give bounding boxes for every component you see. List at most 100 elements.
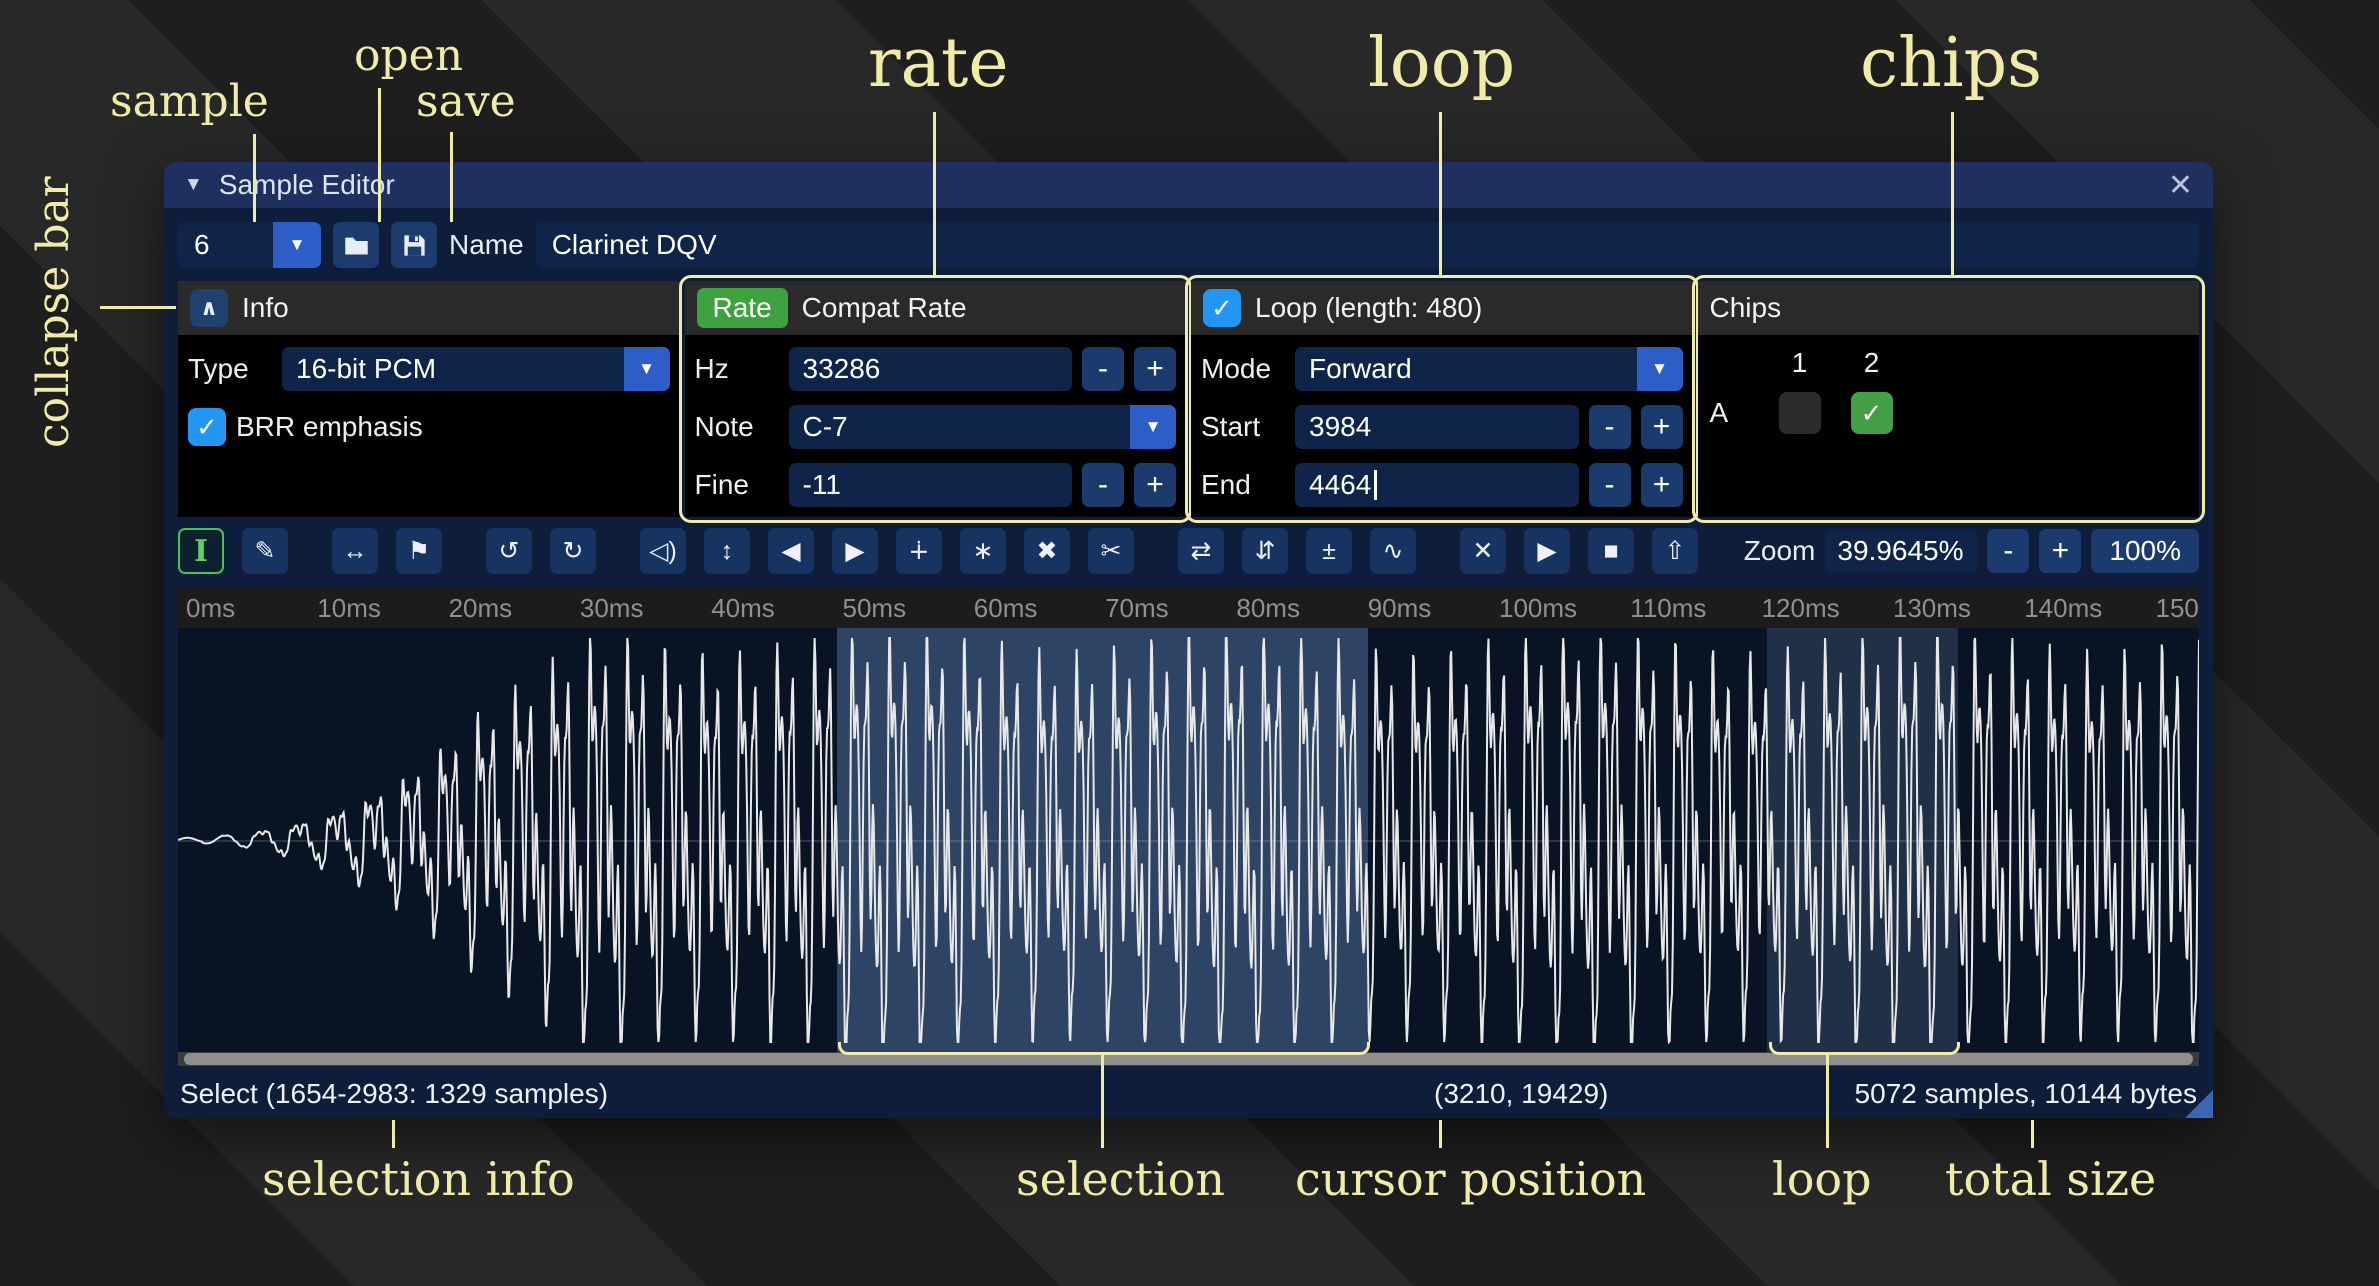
undo-button[interactable]: ↺ (486, 528, 532, 574)
note-value: C-7 (789, 411, 1131, 443)
loop-start-minus-button[interactable]: - (1589, 405, 1631, 449)
apply-silence-button[interactable]: ∗ (960, 528, 1006, 574)
loop-mode-label: Mode (1201, 353, 1285, 385)
sample-number-value: 6 (178, 222, 273, 268)
check-icon: ✓ (1861, 398, 1883, 429)
annotation-label-rate: rate (868, 24, 1009, 103)
timeline-ruler: 0ms10ms20ms30ms40ms50ms60ms70ms80ms90ms1… (178, 587, 2199, 628)
annotation-line-chips (1951, 112, 1954, 276)
annotation-line-cursor-position (1439, 1120, 1442, 1148)
hz-plus-button[interactable]: + (1134, 347, 1176, 391)
chevron-down-icon: ▼ (1130, 405, 1176, 449)
edit-select-button[interactable]: I (178, 528, 224, 574)
type-label: Type (188, 353, 272, 385)
rate-button[interactable]: Rate (697, 288, 788, 328)
zoom-plus-button[interactable]: + (2039, 529, 2081, 573)
chip-2-checkbox[interactable]: ✓ (1851, 392, 1893, 434)
preview-button[interactable]: ▶ (1524, 528, 1570, 574)
hz-input[interactable]: 33286 (789, 347, 1073, 391)
amplify-button[interactable]: ◁) (640, 528, 686, 574)
annotation-label-chips: chips (1860, 24, 2042, 103)
timeline-label: 30ms (580, 593, 644, 624)
loop-mode-select[interactable]: Forward ▼ (1295, 347, 1683, 391)
desktop-background: ▼ Sample Editor ✕ 6 ▼ (0, 0, 2379, 1286)
fade-in-button[interactable]: ◀ (768, 528, 814, 574)
type-select[interactable]: 16-bit PCM ▼ (282, 347, 670, 391)
annotation-label-loop: loop (1368, 24, 1515, 103)
fine-input[interactable]: -11 (789, 463, 1073, 507)
loop-end-minus-button[interactable]: - (1589, 463, 1631, 507)
annotation-label-cursor-position: cursor position (1295, 1152, 1646, 1206)
titlebar[interactable]: ▼ Sample Editor ✕ (164, 162, 2213, 208)
loop-start-value: 3984 (1309, 411, 1371, 443)
timeline-label: 140ms (2024, 593, 2102, 624)
brr-emphasis-checkbox[interactable]: ✓ (188, 408, 226, 446)
annotation-line-selection (1101, 1055, 1104, 1148)
waveform-path (178, 638, 2199, 1042)
normalize-button[interactable]: ↕ (704, 528, 750, 574)
resample-button[interactable]: ⚑ (396, 528, 442, 574)
text-cursor (1374, 470, 1377, 500)
loop-end-plus-button[interactable]: + (1641, 463, 1683, 507)
timeline-label: 130ms (1893, 593, 1971, 624)
reverse-button[interactable]: ⇄ (1178, 528, 1224, 574)
edit-draw-button[interactable]: ✎ (242, 528, 288, 574)
chips-panel: Chips 1 2 A ✓ (1698, 281, 2200, 517)
fade-out-button[interactable]: ▶ (832, 528, 878, 574)
chips-panel-title: Chips (1710, 292, 1782, 324)
fine-minus-button[interactable]: - (1082, 463, 1124, 507)
name-input[interactable]: Clarinet DQV (536, 222, 2199, 268)
annotation-line-rate (933, 112, 936, 276)
selection-info-text: Select (1654-2983: 1329 samples) (180, 1078, 608, 1110)
save-button[interactable] (391, 222, 437, 268)
loop-end-label: End (1201, 469, 1285, 501)
note-select[interactable]: C-7 ▼ (789, 405, 1177, 449)
fine-value: -11 (803, 469, 841, 501)
timeline-label: 0ms (186, 593, 235, 624)
delete-button[interactable]: ✖ (1024, 528, 1070, 574)
open-button[interactable] (333, 222, 379, 268)
annotation-line-sample (253, 134, 256, 222)
annotation-line-open (378, 88, 381, 222)
type-value: 16-bit PCM (282, 353, 624, 385)
sample-number-select[interactable]: 6 ▼ (178, 222, 321, 268)
window-collapse-icon[interactable]: ▼ (184, 174, 203, 196)
fine-plus-button[interactable]: + (1134, 463, 1176, 507)
loop-panel-title: Loop (length: 480) (1255, 292, 1482, 324)
filter-button[interactable]: ∿ (1370, 528, 1416, 574)
sample-editor-window: ▼ Sample Editor ✕ 6 ▼ (164, 162, 2213, 1118)
chip-1-checkbox[interactable] (1779, 392, 1821, 434)
brr-emphasis-label: BRR emphasis (236, 411, 423, 443)
waveform-display[interactable] (178, 628, 2199, 1052)
crossfade-button[interactable]: ✕ (1460, 528, 1506, 574)
resize-button[interactable]: ↔ (332, 528, 378, 574)
sign-button[interactable]: ± (1306, 528, 1352, 574)
sample-toolbar: I✎↔⚑↺↻◁)↕◀▶∔∗✖✂⇄⇵±∿✕▶■⇧ Zoom 39.9645% - … (178, 528, 2199, 574)
annotation-label-save: save (416, 76, 516, 127)
chevron-down-icon[interactable]: ▼ (273, 222, 321, 268)
invert-button[interactable]: ⇵ (1242, 528, 1288, 574)
zoom-value: 39.9645% (1837, 535, 1963, 567)
annotation-line-collapse-bar (100, 306, 176, 309)
loop-enable-checkbox[interactable]: ✓ (1203, 289, 1241, 327)
toolbar-buttons: I ✎ ↔ ⚑ ↺ ↻ ◁) ↕ ◀ ▶ ∔ ∗ ✖ ✂ ⇄ ⇵ ± ∿ ✕ ▶ ■ ⇧ (178, 528, 1698, 574)
loop-end-input[interactable]: 4464 (1295, 463, 1579, 507)
info-panel-header: ∧ Info (178, 281, 680, 335)
stop-preview-button[interactable]: ■ (1588, 528, 1634, 574)
zoom-input[interactable]: 39.9645% (1825, 529, 1977, 573)
rate-panel-title: Compat Rate (802, 292, 967, 324)
hz-minus-button[interactable]: - (1082, 347, 1124, 391)
zoom-minus-button[interactable]: - (1987, 529, 2029, 573)
resize-grip[interactable] (2185, 1090, 2213, 1118)
create-wavetable-button[interactable]: ⇧ (1652, 528, 1698, 574)
zoom-reset-button[interactable]: 100% (2091, 529, 2199, 573)
annotation-line-save (450, 132, 453, 222)
collapse-chevron-icon[interactable]: ∧ (190, 289, 228, 327)
insert-silence-button[interactable]: ∔ (896, 528, 942, 574)
redo-button[interactable]: ↻ (550, 528, 596, 574)
cursor-position-text: (3210, 19429) (1434, 1078, 1608, 1110)
loop-start-plus-button[interactable]: + (1641, 405, 1683, 449)
trim-button[interactable]: ✂ (1088, 528, 1134, 574)
close-icon[interactable]: ✕ (2168, 168, 2193, 203)
loop-start-input[interactable]: 3984 (1295, 405, 1579, 449)
